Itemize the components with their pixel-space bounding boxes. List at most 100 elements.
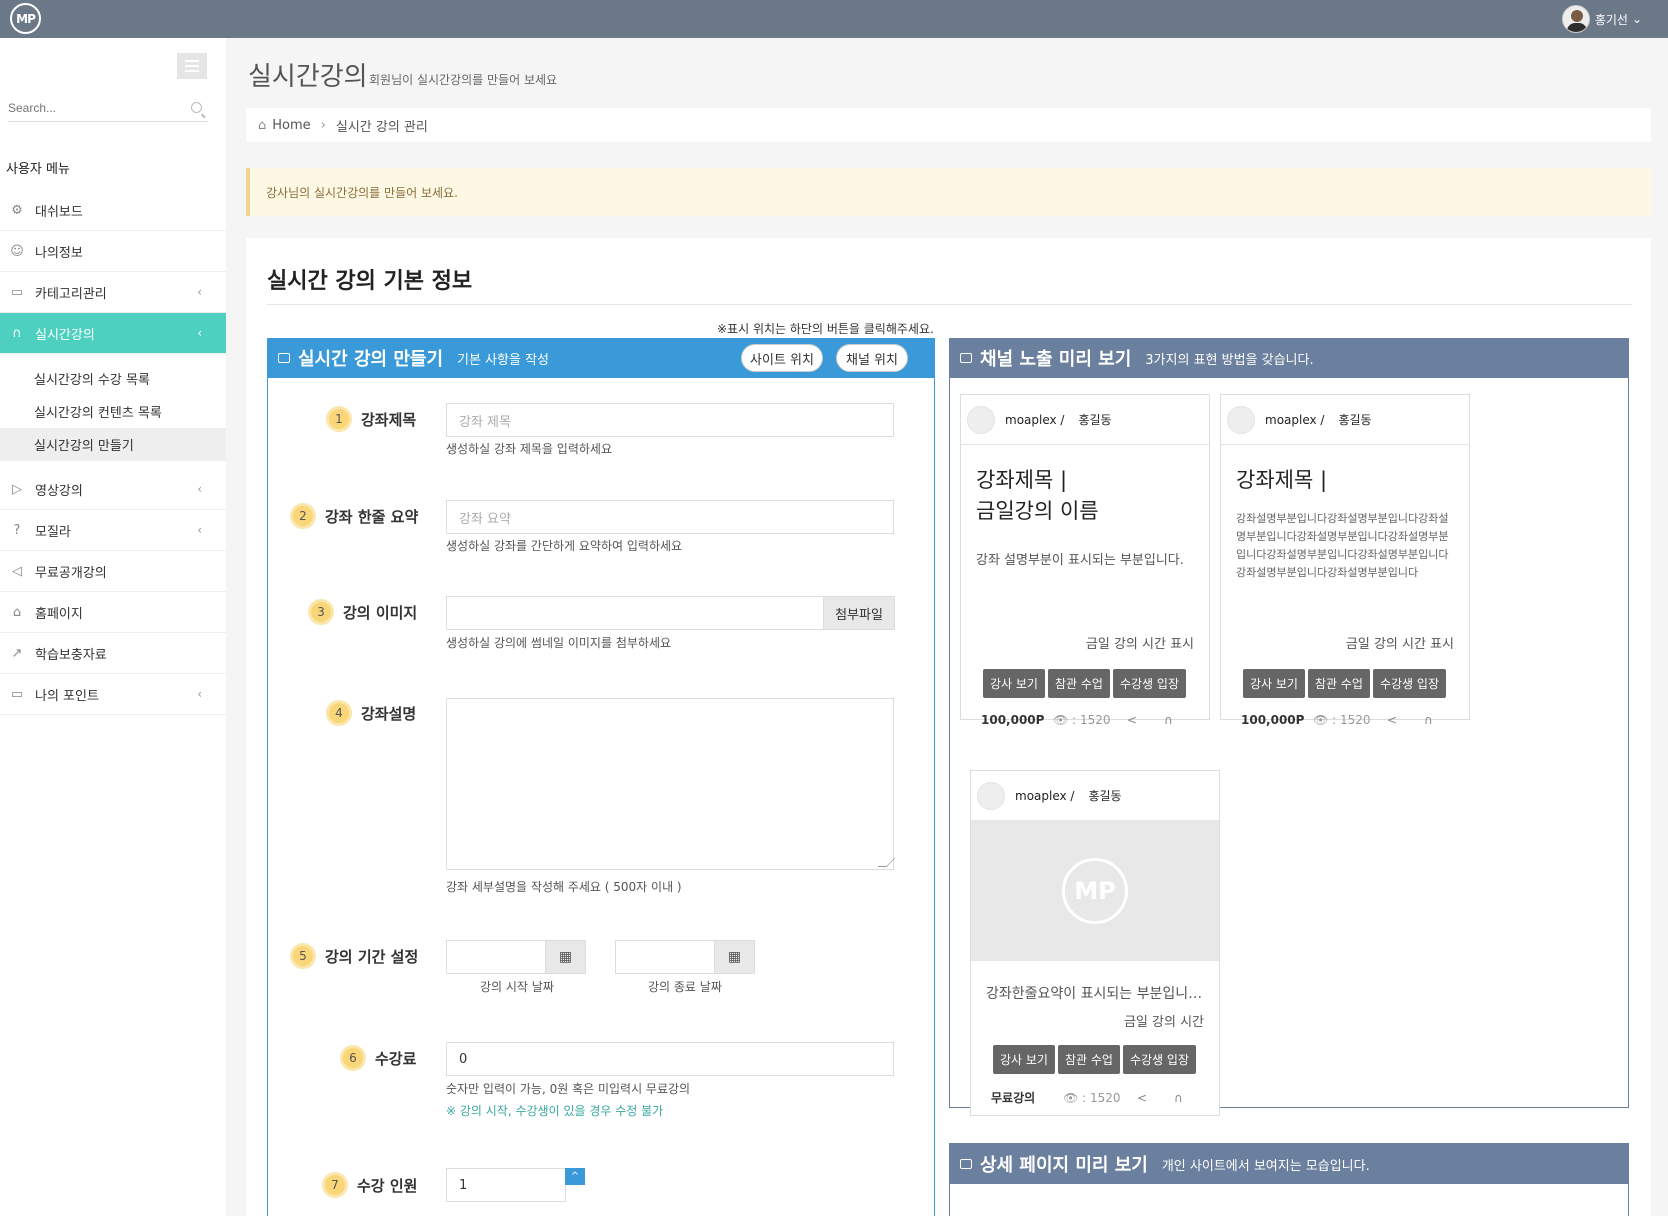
start-calendar-button[interactable]: ▦ (545, 940, 586, 974)
search-icon[interactable] (191, 102, 202, 113)
preview-title: 채널 노출 미리 보기 (980, 349, 1132, 370)
sidebar-item-live[interactable]: ∩ 실시간강의 ‹ (0, 313, 226, 354)
end-calendar-button[interactable]: ▦ (714, 940, 755, 974)
label-text: 강의 기간 설정 (325, 947, 419, 966)
sidebar-item-video[interactable]: ▷ 영상강의 ‹ (0, 469, 226, 510)
end-date-input[interactable] (615, 940, 715, 974)
detail-title: 상세 페이지 미리 보기 (980, 1155, 1148, 1176)
step-number: 4 (326, 700, 352, 726)
sidebar-item-label: 홈페이지 (35, 606, 83, 622)
subitem-live-enroll[interactable]: 실시간강의 수강 목록 (0, 362, 226, 395)
folder-icon: ▭ (10, 284, 24, 300)
step-number: 5 (290, 943, 316, 969)
card-title: 강좌제목 | 금일강의 이름 (976, 468, 1099, 523)
field-label-fee: 6 수강료 (340, 1045, 416, 1071)
main-content: 실시간강의 회원님이 실시간강의를 만들어 보세요 ⌂ Home › 실시간 강… (226, 38, 1668, 1216)
logo[interactable]: MP (10, 3, 41, 34)
sidebar-item-points[interactable]: ▭ 나의 포인트 ‹ (0, 674, 226, 715)
field-label-image: 3 강의 이미지 (308, 599, 417, 625)
headset-icon[interactable]: ∩ (1164, 713, 1201, 727)
card-time: 금일 강의 시간 (1123, 1015, 1204, 1030)
basic-info-panel: 실시간 강의 기본 정보 ※표시 위치는 하단의 버튼을 클릭해주세요. 실시간… (246, 238, 1651, 1216)
site-position-button[interactable]: 사이트 위치 (741, 344, 823, 372)
breadcrumb-home[interactable]: Home (272, 118, 310, 133)
divider (267, 304, 1632, 305)
start-date-help: 강의 시작 날짜 (480, 980, 554, 994)
sidebar-item-materials[interactable]: ↗ 학습보충자료 (0, 633, 226, 674)
card-desc: 강좌 설명부분이 표시되는 부분입니다. (976, 553, 1184, 568)
form-title: 실시간 강의 만들기 (298, 349, 444, 370)
sidebar-item-label: 나의정보 (35, 245, 83, 261)
gear-icon: ⚙ (11, 202, 23, 218)
sidebar: 사용자 메뉴 ⚙ 대쉬보드 ☺ 나의정보 ▭ 카테고리관리 ‹ ∩ 실시간강의 ‹ 실시간강… (0, 38, 226, 1216)
home-icon: ⌂ (258, 117, 267, 133)
site-name: moaplex / (1015, 788, 1075, 803)
share-icon[interactable]: < (1387, 713, 1424, 727)
sidebar-item-myinfo[interactable]: ☺ 나의정보 (0, 231, 226, 272)
breadcrumb: ⌂ Home › 실시간 강의 관리 (246, 108, 1651, 142)
preview-card: moaplex / 홍길동 MP 강좌한줄요약이 표시되는 부분입니… 금일 강의… (970, 770, 1220, 1116)
channel-position-button[interactable]: 채널 위치 (836, 344, 908, 372)
breadcrumb-current: 실시간 강의 관리 (335, 119, 428, 135)
subitem-live-create[interactable]: 실시간강의 만들기 (0, 428, 226, 461)
observe-class-button[interactable]: 참관 수업 (1307, 669, 1370, 698)
avatar (977, 781, 1005, 810)
description-textarea[interactable] (446, 698, 894, 870)
summary-input[interactable]: 강좌 요약 (446, 500, 894, 534)
sidebar-item-homepage[interactable]: ⌂ 홈페이지 (0, 592, 226, 633)
menu-toggle-button[interactable] (177, 53, 207, 79)
fee-warning: ※ 강의 시작, 수강생이 있을 경우 수정 불가 (446, 1104, 664, 1118)
headset-icon[interactable]: ∩ (1424, 713, 1461, 727)
capacity-input[interactable]: 1 (446, 1168, 566, 1202)
label-text: 강좌설명 (361, 704, 417, 723)
search-input[interactable] (8, 96, 178, 120)
view-teacher-button[interactable]: 강사 보기 (1243, 669, 1305, 698)
student-enter-button[interactable]: 수강생 입장 (1372, 669, 1446, 698)
sidebar-item-label: 학습보충자료 (35, 647, 107, 663)
avatar (1561, 5, 1590, 33)
card-summary: 강좌한줄요약이 표시되는 부분입니… (986, 986, 1203, 1002)
observe-class-button[interactable]: 참관 수업 (1047, 669, 1110, 698)
sidebar-item-mozilla[interactable]: ? 모질라 ‹ (0, 510, 226, 551)
preview-subtitle: 3가지의 표현 방법을 갖습니다. (1145, 352, 1314, 368)
video-icon (960, 353, 972, 363)
alert-message: 강사님의 실시간강의를 만들어 보세요. (246, 168, 1651, 216)
label-text: 수강료 (375, 1049, 417, 1068)
card-header: moaplex / 홍길동 (961, 395, 1209, 445)
observe-class-button[interactable]: 참관 수업 (1057, 1045, 1120, 1074)
image-file-input[interactable] (446, 596, 824, 630)
create-form: 실시간 강의 만들기 기본 사항을 작성 사이트 위치 채널 위치 1 강좌제목 … (267, 338, 935, 1216)
sidebar-item-free[interactable]: ◁ 무료공개강의 (0, 551, 226, 592)
fee-input[interactable]: 0 (446, 1042, 894, 1076)
detail-subtitle: 개인 사이트에서 보여지는 모습입니다. (1161, 1158, 1370, 1174)
view-teacher-button[interactable]: 강사 보기 (983, 669, 1045, 698)
user-name: 홍기선 (1594, 12, 1628, 27)
card-buttons: 강사 보기 참관 수업 수강생 입장 (993, 1045, 1196, 1074)
student-enter-button[interactable]: 수강생 입장 (1122, 1045, 1196, 1074)
sidebar-item-label: 영상강의 (35, 483, 83, 499)
start-date-input[interactable] (446, 940, 546, 974)
subitem-live-contents[interactable]: 실시간강의 컨텐츠 목록 (0, 395, 226, 428)
card-header: moaplex / 홍길동 (971, 771, 1219, 821)
title-input[interactable]: 강좌 제목 (446, 403, 894, 437)
headset-icon[interactable]: ∩ (1174, 1091, 1211, 1105)
student-enter-button[interactable]: 수강생 입장 (1112, 669, 1186, 698)
sidebar-item-label: 카테고리관리 (35, 286, 107, 302)
position-notice: ※표시 위치는 하단의 버튼을 클릭해주세요. (717, 322, 934, 336)
view-teacher-button[interactable]: 강사 보기 (993, 1045, 1055, 1074)
user-menu[interactable]: 홍기선 ⌄ (1561, 3, 1642, 35)
sidebar-item-category[interactable]: ▭ 카테고리관리 ‹ (0, 272, 226, 313)
sidebar-item-dashboard[interactable]: ⚙ 대쉬보드 (0, 190, 226, 231)
chevron-left-icon: ‹ (197, 687, 202, 701)
share-icon[interactable]: < (1137, 1091, 1174, 1105)
form-header: 실시간 강의 만들기 기본 사항을 작성 사이트 위치 채널 위치 (268, 338, 934, 378)
share-icon[interactable]: < (1127, 713, 1164, 727)
site-name: moaplex / (1005, 412, 1065, 427)
breadcrumb-separator: › (320, 117, 326, 133)
summary-help: 생성하실 강좌를 간단하게 요약하여 입력하세요 (446, 539, 683, 553)
chevron-up-icon[interactable]: ^ (565, 1168, 585, 1185)
video-icon (960, 1159, 972, 1169)
label-text: 강좌제목 (361, 410, 417, 429)
attach-file-button[interactable]: 첨부파일 (823, 596, 895, 630)
logo: MP (1062, 858, 1128, 924)
